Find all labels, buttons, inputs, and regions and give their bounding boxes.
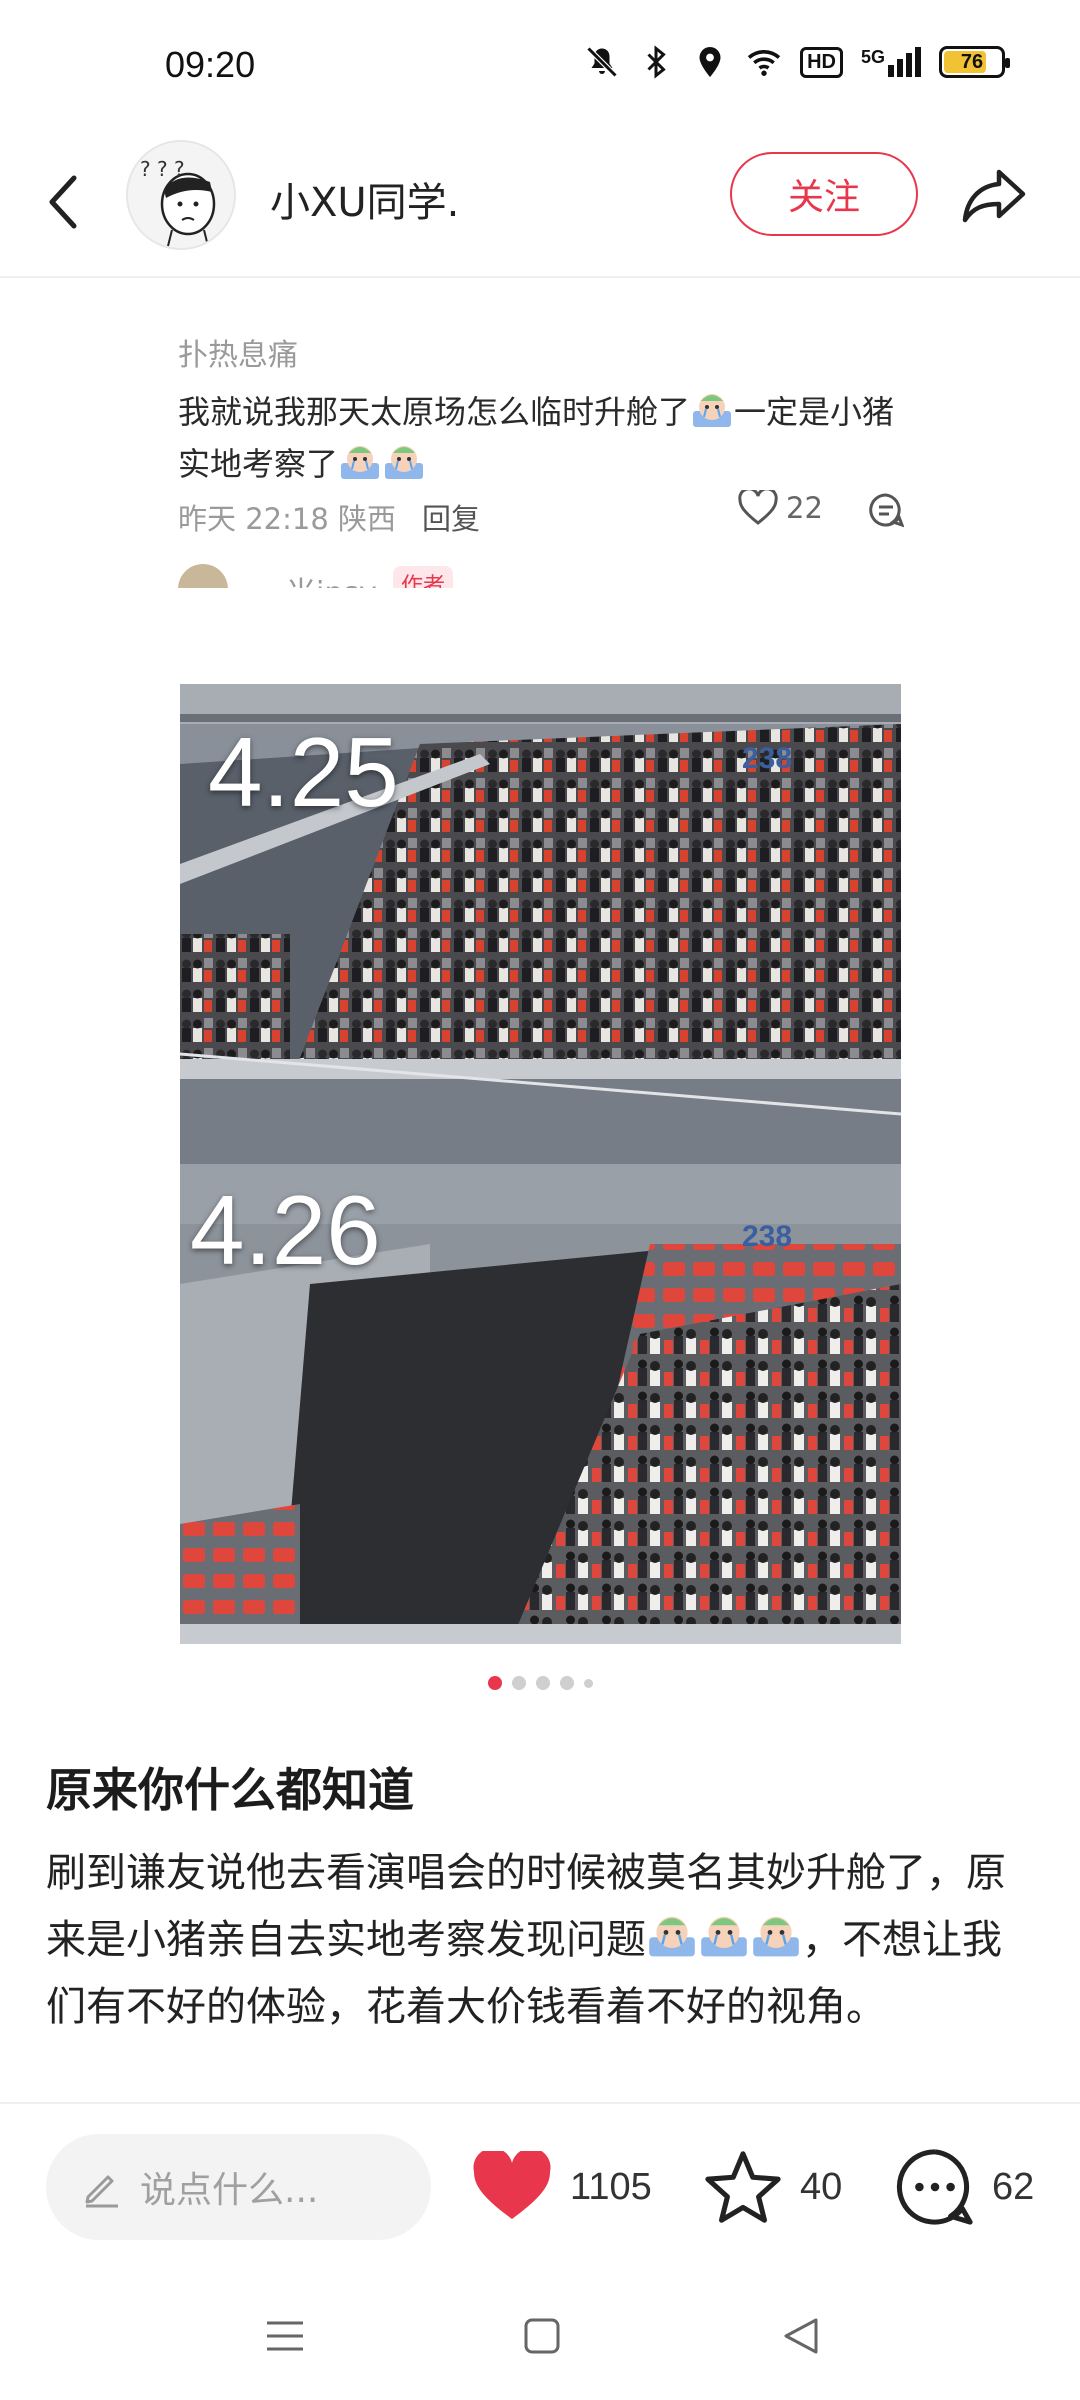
post-image[interactable]: 4.25 4.26 238 238 [180,684,901,1644]
chevron-left-icon [49,175,77,229]
comment-meta: 昨天 22:18 陕西 回复 22 [178,490,905,540]
crying-emoji-icon [701,1916,747,1957]
share-arrow-icon [962,169,1026,223]
carousel-dot[interactable] [535,1676,550,1690]
menu-icon [267,2321,303,2351]
favorite-count: 40 [800,2165,843,2208]
heart-outline-icon [738,490,778,525]
carousel-dot[interactable] [583,1679,593,1688]
comment-item[interactable]: 扑热息痛 我就说我那天太原场怎么临时升舱了 一定是小猪实地考察了 昨天 22:1… [178,330,905,588]
carousel-dot[interactable] [487,1676,502,1690]
comment-count: 62 [992,2165,1035,2208]
comment-like-count: 22 [786,491,823,525]
menu-nav-button[interactable] [260,2311,310,2361]
next-comment-preview: 米ipsy 作者 [178,560,903,588]
comment-more-button[interactable] [868,492,905,532]
author-avatar[interactable]: ? ? ? [126,140,236,250]
comment-bubble-icon [896,2149,973,2225]
next-comment-avatar [178,564,228,588]
status-time: 09:20 [165,44,256,85]
comment-author[interactable]: 扑热息痛 [178,330,903,374]
pencil-icon [85,2175,118,2208]
comment-like-button[interactable]: 22 [738,490,823,526]
carousel-dot[interactable] [559,1676,574,1690]
avatar-doodle-icon: ? ? ? [128,142,234,248]
star-outline-icon [705,2151,781,2223]
comment-text: 我就说我那天太原场怎么临时升舱了 一定是小猪实地考察了 [178,386,903,490]
5g-signal-icon: 5G [861,47,921,77]
battery-level: 76 [960,50,984,73]
carousel-dot[interactable] [511,1676,526,1690]
mute-bell-icon [586,46,618,78]
comments-button[interactable]: 62 [896,2146,1034,2228]
status-bar: 09:20 HD 5G 76 [0,0,1080,130]
comment-input-placeholder: 说点什么... [140,2170,319,2211]
wifi-icon [747,50,781,76]
status-icons: HD 5G 76 [584,44,1010,80]
post-body: 刷到谦友说他去看演唱会的时候被莫名其妙升舱了，原来是小猪亲自去实地考察发现问题 … [46,1840,1036,2041]
favorite-button[interactable]: 40 [704,2146,842,2228]
author-name[interactable]: 小XU同学. [270,170,459,228]
system-nav-bar [0,2267,1080,2400]
comment-reply-button[interactable]: 回复 [422,496,480,538]
crying-emoji-icon [385,446,424,479]
location-icon [699,47,721,77]
battery-icon: 76 [939,46,1010,78]
like-count: 1105 [570,2165,652,2208]
post-header: ? ? ? 小XU同学. 关注 [0,130,1080,278]
follow-button[interactable]: 关注 [730,152,918,236]
crying-emoji-icon [753,1916,799,1957]
back-button[interactable] [34,162,90,242]
like-button[interactable]: 1105 [472,2146,652,2228]
section-number-bottom: 238 [742,1220,793,1253]
home-nav-button[interactable] [517,2311,567,2361]
date-label-top: 4.25 [208,717,399,827]
back-nav-button[interactable] [776,2311,826,2361]
back-triangle-icon [784,2318,818,2354]
comment-bubble-icon [869,493,905,528]
carousel-indicator [0,1676,1080,1690]
crying-emoji-icon [649,1916,695,1957]
comment-input[interactable]: 说点什么... [46,2134,431,2240]
hd-icon: HD [800,46,843,78]
home-square-icon [524,2318,560,2354]
section-number-top: 238 [742,742,793,775]
bottom-action-bar: 说点什么... 1105 40 62 [0,2102,1080,2267]
network-label: 5G [860,47,885,67]
comment-text-part1: 我就说我那天太原场怎么临时升舱了 [178,393,691,431]
svg-text:? ? ?: ? ? ? [140,157,185,181]
next-comment-author: 米ipsy [286,568,377,588]
crying-emoji-icon [693,394,732,427]
date-label-bottom: 4.26 [190,1175,381,1285]
post-title: 原来你什么都知道 [46,1763,414,1817]
author-tag-badge: 作者 [393,566,454,588]
bluetooth-icon [647,45,666,79]
share-button[interactable] [956,158,1032,234]
crying-emoji-icon [341,446,380,479]
comment-time-location: 昨天 22:18 陕西 [178,502,397,536]
heart-filled-icon [473,2151,551,2219]
